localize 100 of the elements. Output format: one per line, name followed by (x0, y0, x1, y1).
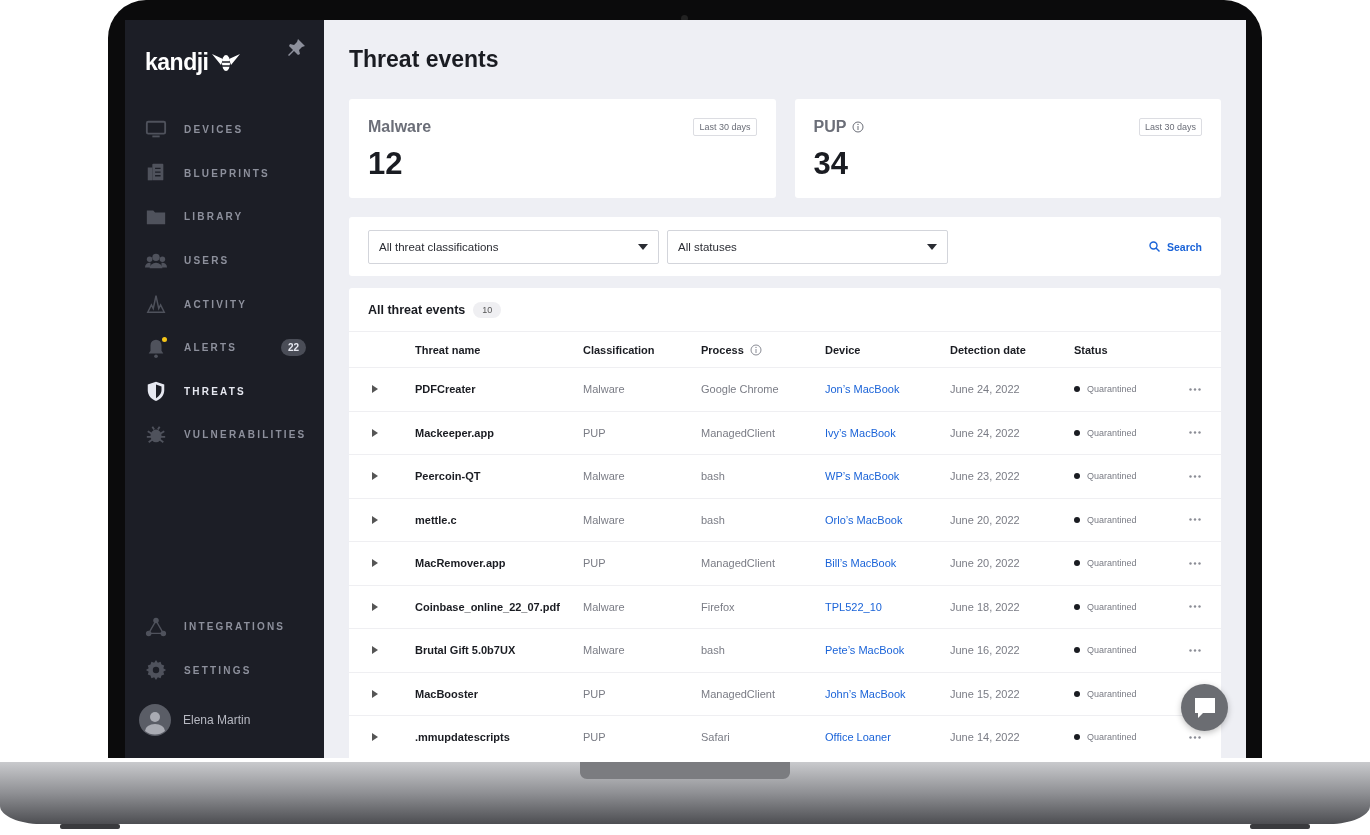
table-cell: Malware (583, 383, 625, 396)
card-count: 12 (368, 146, 404, 182)
bee-icon (211, 51, 242, 73)
table-cell: Firefox (701, 600, 735, 613)
device-link[interactable]: Ivy’s MacBook (825, 426, 896, 439)
caret-icon (927, 243, 937, 250)
expand-caret-icon[interactable] (372, 689, 378, 698)
status-text: Quarantined (1087, 514, 1137, 525)
nav-item[interactable]: SETTINGS (125, 648, 324, 692)
nav-icon (145, 659, 167, 682)
table-cell: June 20, 2022 (950, 557, 1020, 570)
more-icon[interactable] (1189, 605, 1201, 609)
nav-item[interactable]: VULNERABILITIES (125, 413, 324, 457)
expand-caret-icon[interactable] (372, 515, 378, 524)
caret-icon (638, 243, 648, 250)
filter-dropdown[interactable]: All threat classifications (368, 229, 659, 264)
nav-item[interactable]: DEVICES (125, 108, 324, 152)
status-dot-icon (1074, 560, 1080, 567)
expand-caret-icon[interactable] (372, 559, 378, 568)
device-link[interactable]: WP’s MacBook (825, 470, 900, 483)
status-dot-icon (1074, 734, 1080, 741)
logo-text: kandji (145, 48, 209, 76)
avatar-icon[interactable] (139, 704, 171, 736)
device-link[interactable]: Orlo’s MacBook (825, 513, 903, 526)
column-header[interactable]: Detection date (950, 343, 1026, 356)
table-cell: Malware (583, 470, 625, 483)
table-title: All threat events (368, 302, 466, 317)
nav-item[interactable]: LIBRARY (125, 195, 324, 239)
more-icon[interactable] (1189, 387, 1201, 391)
more-icon[interactable] (1189, 561, 1201, 565)
status-text: Quarantined (1087, 427, 1137, 438)
more-icon[interactable] (1189, 648, 1201, 652)
table-cell: June 15, 2022 (950, 687, 1020, 700)
card-count: 34 (813, 146, 849, 182)
table-cell: June 24, 2022 (950, 383, 1020, 396)
nav-icon (145, 615, 167, 638)
expand-caret-icon[interactable] (372, 472, 378, 481)
table-cell: ManagedClient (701, 557, 775, 570)
table-cell: Mackeeper.app (415, 426, 494, 439)
period-tag: Last 30 days (1138, 118, 1202, 136)
more-icon[interactable] (1189, 474, 1201, 478)
status-dot-icon (1074, 386, 1080, 393)
table-cell: Malware (583, 644, 625, 657)
status-text: Quarantined (1087, 384, 1137, 395)
status-dot-icon (1074, 473, 1080, 480)
column-header[interactable]: Status (1074, 343, 1108, 356)
count-badge: 22 (280, 339, 306, 357)
more-icon[interactable] (1189, 518, 1201, 522)
expand-caret-icon[interactable] (372, 385, 378, 394)
column-header[interactable]: Classification (583, 343, 655, 356)
expand-caret-icon[interactable] (372, 733, 378, 742)
table-cell: June 16, 2022 (950, 644, 1020, 657)
status-text: Quarantined (1087, 645, 1137, 656)
table-cell: ManagedClient (701, 426, 775, 439)
user-name: Elena Martin (183, 713, 251, 727)
expand-caret-icon[interactable] (372, 646, 378, 655)
card-label: Malware (368, 118, 432, 136)
device-link[interactable]: Office Loaner (825, 731, 891, 744)
table-cell: PUP (583, 687, 606, 700)
table-cell: MacBooster (415, 687, 478, 700)
nav-item[interactable]: BLUEPRINTS (125, 151, 324, 196)
device-link[interactable]: Jon’s MacBook (825, 383, 900, 396)
table-cell: PUP (583, 731, 606, 744)
status-text: Quarantined (1087, 732, 1137, 743)
expand-caret-icon[interactable] (372, 428, 378, 437)
nav-item[interactable]: USERS (125, 238, 324, 283)
info-icon[interactable] (852, 121, 865, 133)
nav-icon (145, 293, 167, 316)
device-link[interactable]: Pete’s MacBook (825, 644, 905, 657)
table-cell: bash (701, 513, 725, 526)
table-cell: Malware (583, 513, 625, 526)
expand-caret-icon[interactable] (372, 602, 378, 611)
pin-icon[interactable] (286, 38, 306, 58)
nav-item[interactable]: ALERTS 22 (125, 325, 324, 370)
more-icon[interactable] (1189, 735, 1201, 739)
column-header[interactable]: Process (701, 343, 744, 356)
nav-item[interactable]: INTEGRATIONS (125, 604, 324, 649)
device-link[interactable]: TPL522_10 (825, 600, 882, 613)
table-cell: June 24, 2022 (950, 426, 1020, 439)
nav-item[interactable]: THREATS (125, 369, 324, 414)
more-icon[interactable] (1189, 431, 1201, 435)
search-button[interactable]: Search (1148, 240, 1202, 253)
search-icon (1148, 241, 1160, 252)
nav-item[interactable]: ACTIVITY (125, 282, 324, 326)
table-cell: Peercoin-QT (415, 470, 481, 483)
column-header[interactable]: Device (825, 343, 861, 356)
count-badge: 10 (473, 301, 502, 318)
status-dot-icon (1074, 690, 1080, 697)
device-link[interactable]: Bill’s MacBook (825, 557, 897, 570)
status-dot-icon (1074, 647, 1080, 654)
column-header[interactable]: Threat name (415, 343, 481, 356)
table-cell: Google Chrome (701, 383, 779, 396)
table-cell: PUP (583, 426, 606, 439)
table-cell: June 20, 2022 (950, 513, 1020, 526)
table-cell: June 18, 2022 (950, 600, 1020, 613)
status-text: Quarantined (1087, 558, 1137, 569)
device-link[interactable]: John’s MacBook (825, 687, 906, 700)
filter-dropdown[interactable]: All statuses (667, 229, 948, 264)
period-tag: Last 30 days (693, 118, 757, 136)
table-cell: ManagedClient (701, 687, 775, 700)
